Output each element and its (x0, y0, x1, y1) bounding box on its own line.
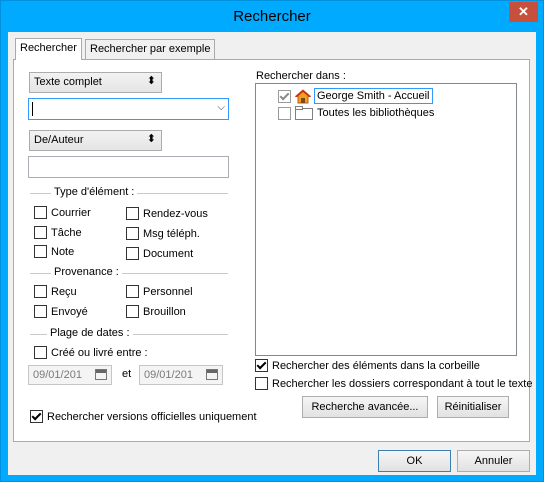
checkbox-note[interactable]: Note (34, 245, 74, 258)
dialog-body: Rechercher Rechercher par exemple Texte … (8, 32, 536, 475)
checkbox-cree-ou-livre[interactable]: Créé ou livré entre : (34, 346, 148, 359)
checkbox-envoye[interactable]: Envoyé (34, 305, 88, 318)
tree-node-label: George Smith - Accueil (314, 88, 433, 104)
field-value-input[interactable] (28, 156, 229, 178)
tree-node-checkbox[interactable] (278, 106, 291, 120)
search-query-input[interactable]: ⌵ (28, 98, 229, 120)
updown-arrow-icon: ⬍ (146, 75, 156, 87)
checkbox-label: Personnel (143, 285, 193, 298)
checkbox-box[interactable] (126, 227, 139, 240)
checkbox-box[interactable] (126, 247, 139, 260)
provenance-label: Provenance : (51, 266, 122, 278)
checkbox-brouillon[interactable]: Brouillon (126, 305, 186, 318)
search-mode-select[interactable]: Texte complet ⬍ (29, 72, 162, 93)
checkbox-box[interactable] (126, 305, 139, 318)
search-in-label: Rechercher dans : (256, 70, 346, 82)
search-mode-value: Texte complet (34, 76, 102, 88)
home-icon (295, 88, 311, 103)
tab-rechercher[interactable]: Rechercher (15, 38, 82, 60)
checkbox-box[interactable] (255, 377, 268, 390)
checkbox-label: Rendez-vous (143, 207, 208, 220)
checkbox-official-versions[interactable]: Rechercher versions officielles uniqueme… (30, 410, 257, 423)
checkbox-box[interactable] (126, 207, 139, 220)
item-type-label: Type d'élément : (51, 186, 138, 198)
checkbox-folders-match-text[interactable]: Rechercher les dossiers correspondant à … (255, 377, 532, 390)
tree-node-all-libraries[interactable]: Toutes les bibliothèques (278, 106, 436, 120)
tree-node-checkbox[interactable] (278, 89, 291, 103)
checkbox-box[interactable] (34, 285, 47, 298)
close-icon: ✕ (518, 4, 529, 19)
date-to-value: 09/01/201 (144, 369, 193, 381)
checkbox-box[interactable] (34, 305, 47, 318)
checkbox-label: Courrier (51, 206, 91, 219)
title-bar[interactable]: Rechercher ✕ (1, 1, 543, 33)
checkbox-label: Envoyé (51, 305, 88, 318)
tab-rechercher-par-exemple[interactable]: Rechercher par exemple (85, 39, 216, 59)
checkbox-msg-teleph[interactable]: Msg téléph. (126, 227, 200, 240)
search-dialog: Rechercher ✕ Rechercher Rechercher par e… (0, 0, 544, 482)
checkbox-box[interactable] (34, 245, 47, 258)
date-and-label: et (122, 368, 132, 380)
date-from-value: 09/01/201 (33, 369, 82, 381)
checkbox-box[interactable] (34, 226, 47, 239)
checkbox-personnel[interactable]: Personnel (126, 285, 193, 298)
date-to-picker[interactable]: 09/01/201 (139, 365, 223, 385)
close-button[interactable]: ✕ (509, 2, 538, 22)
cancel-button[interactable]: Annuler (457, 450, 530, 472)
calendar-icon[interactable] (95, 369, 107, 380)
checkbox-label: Reçu (51, 285, 77, 298)
checkbox-label: Brouillon (143, 305, 186, 318)
tree-node-label: Toutes les bibliothèques (317, 107, 435, 119)
folder-icon (295, 106, 313, 120)
advanced-search-button[interactable]: Recherche avancée... (302, 396, 428, 418)
checkbox-label: Rechercher versions officielles uniqueme… (47, 410, 257, 423)
checkbox-label: Rechercher les dossiers correspondant à … (272, 377, 533, 390)
checkbox-courrier[interactable]: Courrier (34, 206, 91, 219)
updown-arrow-icon: ⬍ (146, 133, 156, 145)
checkbox-box[interactable] (30, 410, 43, 423)
checkbox-tache[interactable]: Tâche (34, 226, 82, 239)
checkbox-label: Créé ou livré entre : (51, 346, 148, 359)
checkbox-box[interactable] (255, 359, 268, 372)
window-title: Rechercher (233, 8, 311, 25)
text-caret (32, 102, 33, 116)
checkbox-rendez-vous[interactable]: Rendez-vous (126, 207, 208, 220)
checkbox-label: Rechercher des éléments dans la corbeill… (272, 359, 480, 372)
chevron-down-icon[interactable]: ⌵ (217, 102, 225, 113)
search-in-tree[interactable]: George Smith - Accueil Toutes les biblio… (255, 83, 517, 356)
checkbox-label: Tâche (51, 226, 82, 239)
checkbox-label: Document (143, 247, 194, 260)
date-range-label: Plage de dates : (47, 327, 133, 339)
date-from-picker[interactable]: 09/01/201 (28, 365, 112, 385)
checkbox-box[interactable] (126, 285, 139, 298)
tree-node-home[interactable]: George Smith - Accueil (278, 88, 433, 104)
checkbox-box[interactable] (34, 206, 47, 219)
calendar-icon[interactable] (206, 369, 218, 380)
field-select-value: De/Auteur (34, 134, 84, 146)
field-select[interactable]: De/Auteur ⬍ (29, 130, 162, 151)
checkbox-box[interactable] (34, 346, 47, 359)
reset-button[interactable]: Réinitialiser (437, 396, 509, 418)
checkbox-search-trash[interactable]: Rechercher des éléments dans la corbeill… (255, 359, 480, 372)
checkbox-recu[interactable]: Reçu (34, 285, 77, 298)
checkbox-document[interactable]: Document (126, 247, 193, 260)
checkbox-label: Msg téléph. (143, 227, 200, 240)
checkbox-label: Note (51, 245, 75, 258)
ok-button[interactable]: OK (378, 450, 451, 472)
